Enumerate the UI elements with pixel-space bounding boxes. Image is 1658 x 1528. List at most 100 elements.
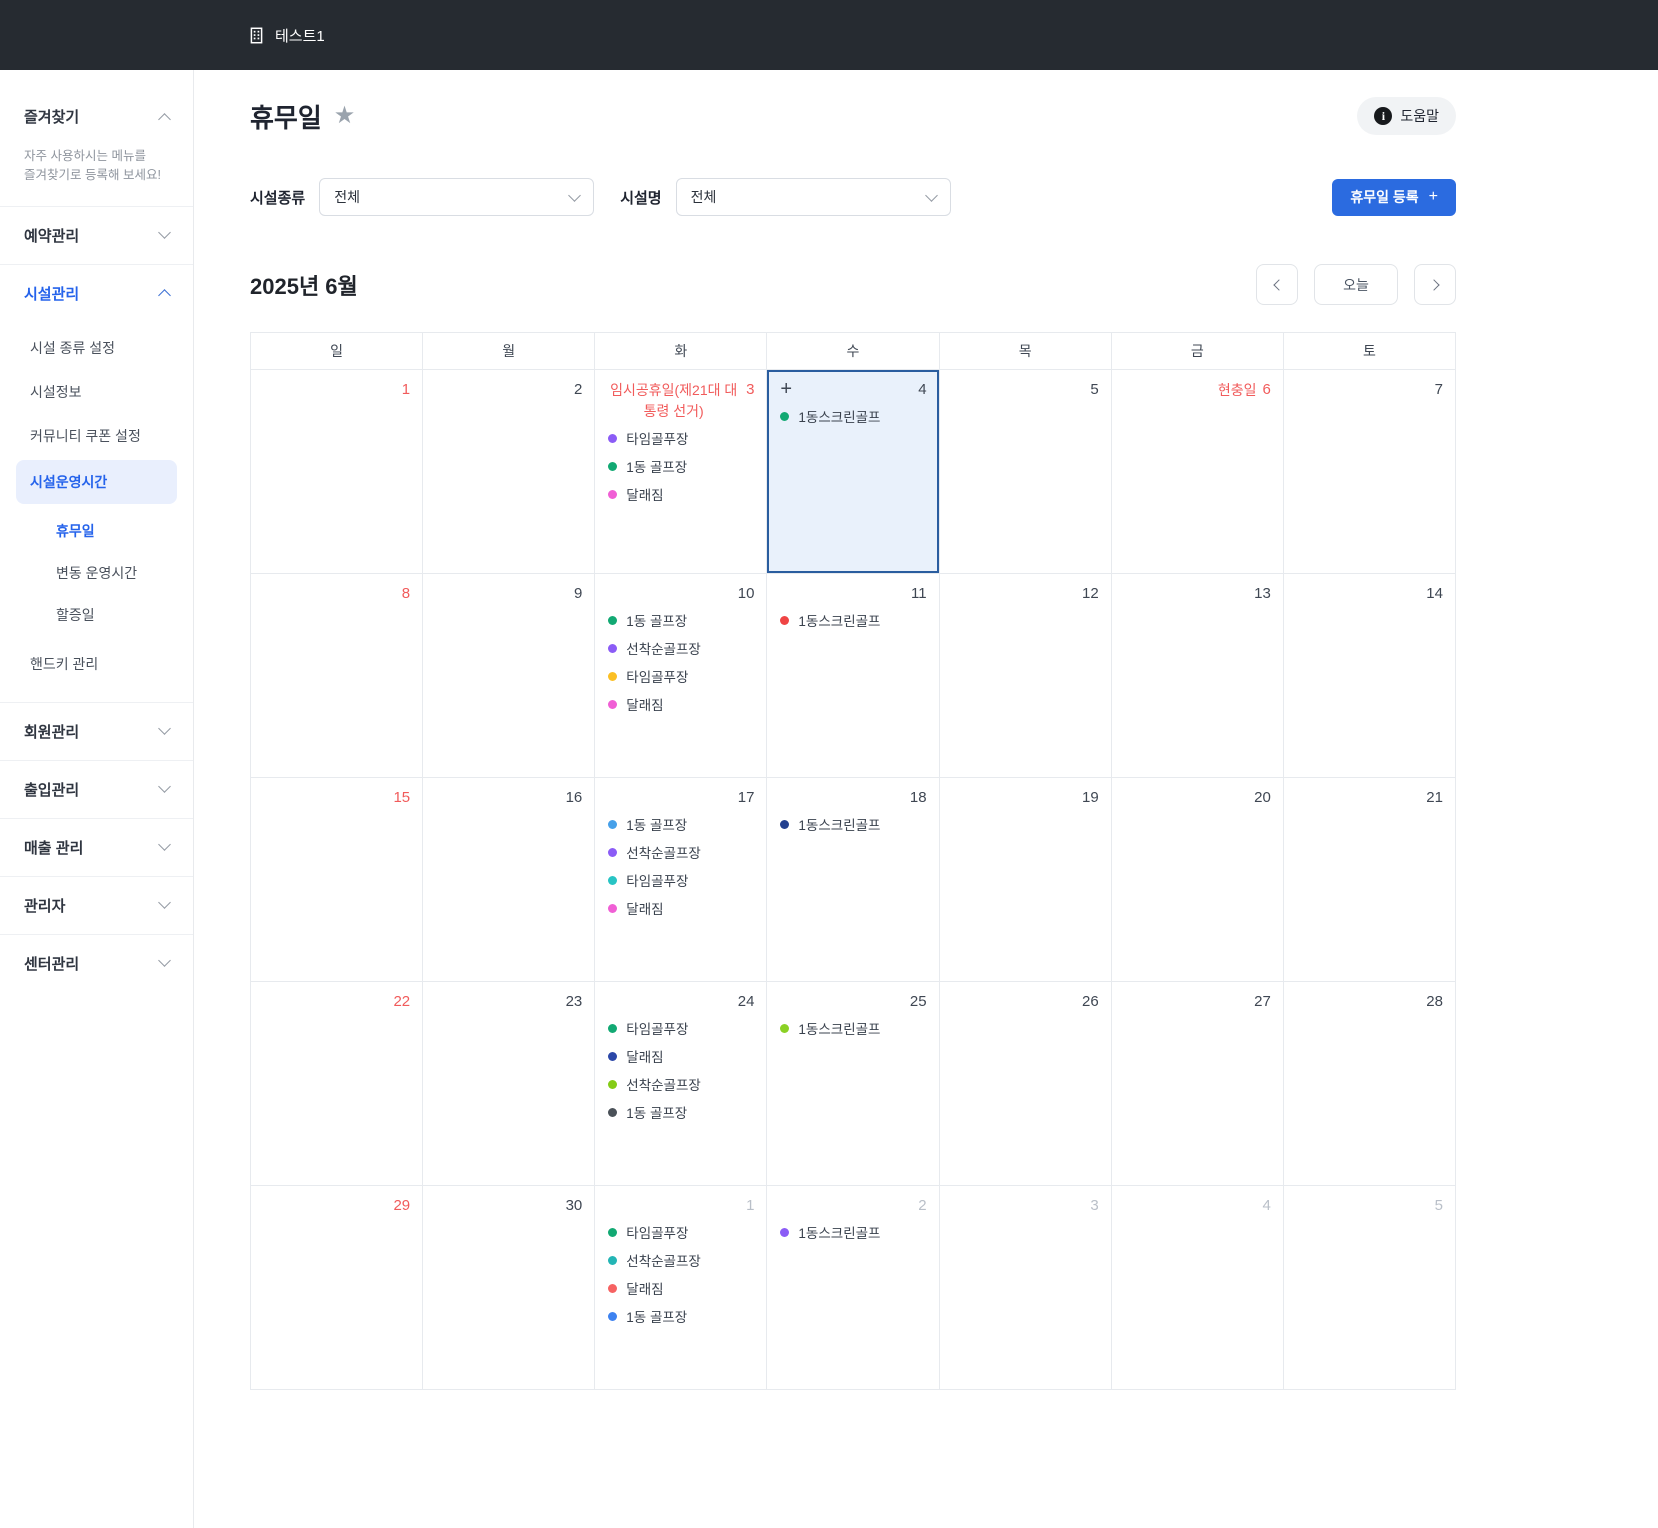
calendar-event[interactable]: 1동 골프장 (608, 1102, 758, 1122)
calendar-event[interactable]: 달래짐 (608, 1278, 758, 1298)
sidebar-item-operating-hours[interactable]: 시설운영시간 (16, 459, 177, 504)
day-cell-16[interactable]: 16 (423, 778, 596, 981)
event-color-dot (608, 1283, 618, 1293)
sidebar-item-reservation[interactable]: 예약관리 (0, 207, 193, 264)
day-cell-3[interactable]: 3 (940, 1186, 1112, 1389)
day-cell-26[interactable]: 26 (940, 982, 1112, 1185)
day-cell-3[interactable]: 임시공휴일(제21대 대통령 선거) 3 타임골푸장 1동 골프장 달래짐 (595, 370, 768, 573)
sidebar-item-holidays[interactable]: 휴무일 (0, 510, 193, 552)
day-cell-23[interactable]: 23 (423, 982, 596, 1185)
favorite-star-icon[interactable]: ★ (334, 104, 356, 128)
calendar-event[interactable]: 선착순골프장 (608, 842, 758, 862)
day-cell-29[interactable]: 29 (251, 1186, 424, 1389)
facility-submenu: 시설 종류 설정 시설정보 커뮤니티 쿠폰 설정 시설운영시간 휴무일 변동 운… (0, 322, 193, 702)
sidebar-item-handkey[interactable]: 핸드키 관리 (0, 642, 193, 686)
calendar-event[interactable]: 1동 골프장 (608, 814, 758, 834)
next-month-button[interactable] (1414, 264, 1456, 305)
calendar-event[interactable]: 달래짐 (608, 694, 758, 714)
day-cell-28[interactable]: 28 (1284, 982, 1455, 1185)
sidebar-item-facility-type-settings[interactable]: 시설 종류 설정 (0, 326, 193, 370)
sidebar-item-surcharge-days[interactable]: 할증일 (0, 594, 193, 636)
day-cell-22[interactable]: 22 (251, 982, 424, 1185)
sidebar-item-facility-info[interactable]: 시설정보 (0, 370, 193, 414)
day-cell-21[interactable]: 21 (1284, 778, 1455, 981)
day-number: 3 (746, 381, 755, 398)
day-cell-7[interactable]: 7 (1284, 370, 1455, 573)
sidebar-item-variable-hours[interactable]: 변동 운영시간 (0, 552, 193, 594)
prev-month-button[interactable] (1256, 264, 1298, 305)
day-cell-8[interactable]: 8 (251, 574, 424, 777)
calendar-event[interactable]: 1동스크린골프 (780, 1222, 930, 1242)
day-cell-2[interactable]: 2 1동스크린골프 (767, 1186, 940, 1389)
calendar-event[interactable]: 1동스크린골프 (780, 406, 930, 426)
day-cell-30[interactable]: 30 (423, 1186, 596, 1389)
day-cell-1[interactable]: 1 타임골푸장 선착순골프장 달래짐 1동 골프장 (595, 1186, 768, 1389)
sidebar-item-members[interactable]: 회원관리 (0, 703, 193, 760)
day-top: 11 (767, 582, 938, 606)
sidebar-section-favorites[interactable]: 즐겨찾기 (0, 88, 193, 145)
day-cell-15[interactable]: 15 (251, 778, 424, 981)
sidebar-item-community-coupon[interactable]: 커뮤니티 쿠폰 설정 (0, 414, 193, 458)
facility-type-select[interactable]: 전체 (319, 178, 595, 216)
facility-name-select[interactable]: 전체 (675, 178, 951, 216)
calendar-event[interactable]: 타임골푸장 (608, 870, 758, 890)
day-cell-27[interactable]: 27 (1112, 982, 1284, 1185)
calendar-event[interactable]: 선착순골프장 (608, 638, 758, 658)
calendar-event[interactable]: 1동 골프장 (608, 456, 758, 476)
day-cell-25[interactable]: 25 1동스크린골프 (767, 982, 940, 1185)
calendar-event[interactable]: 1동 골프장 (608, 610, 758, 630)
day-cell-4[interactable]: 4 (1112, 1186, 1284, 1389)
event-color-dot (608, 489, 618, 499)
day-cell-6[interactable]: 현충일 6 (1112, 370, 1284, 573)
day-cell-10[interactable]: 10 1동 골프장선착순골프장타임골푸장달래짐 (595, 574, 768, 777)
day-number: 19 (1082, 789, 1099, 806)
calendar-event[interactable]: 선착순골프장 (608, 1250, 758, 1270)
day-cell-17[interactable]: 17 1동 골프장 선착순골프장 타임골푸장 달래짐 (595, 778, 768, 981)
day-cell-4[interactable]: +4 1동스크린골프 (767, 370, 940, 573)
day-cell-19[interactable]: 19 (940, 778, 1112, 981)
calendar-event[interactable]: 1동스크린골프 (780, 610, 930, 630)
sidebar-item-center[interactable]: 센터관리 (0, 935, 193, 992)
calendar-event[interactable]: 타임골푸장 (608, 428, 758, 448)
day-cell-5[interactable]: 5 (1284, 1186, 1455, 1389)
day-cell-24[interactable]: 24 타임골푸장달래짐선착순골프장 1동 골프장 (595, 982, 768, 1185)
help-button[interactable]: i 도움말 (1357, 97, 1456, 135)
event-color-dot (608, 433, 618, 443)
event-list: 1동스크린골프 (767, 810, 938, 834)
register-holiday-button[interactable]: 휴무일 등록 + (1332, 178, 1456, 216)
day-cell-11[interactable]: 11 1동스크린골프 (767, 574, 940, 777)
day-top: 14 (1284, 582, 1455, 606)
day-cell-18[interactable]: 18 1동스크린골프 (767, 778, 940, 981)
day-top: 10 (595, 582, 766, 606)
day-cell-9[interactable]: 9 (423, 574, 596, 777)
calendar-event[interactable]: 달래짐 (608, 484, 758, 504)
day-top: 30 (423, 1194, 594, 1218)
calendar-event[interactable]: 타임골푸장 (608, 666, 758, 686)
calendar-event[interactable]: 1동 골프장 (608, 1306, 758, 1326)
add-event-plus-button[interactable]: + (780, 379, 792, 399)
calendar-event[interactable]: 1동스크린골프 (780, 1018, 930, 1038)
calendar-event[interactable]: 달래짐 (608, 898, 758, 918)
event-color-dot (608, 1255, 618, 1265)
day-cell-5[interactable]: 5 (940, 370, 1112, 573)
day-cell-12[interactable]: 12 (940, 574, 1112, 777)
day-cell-20[interactable]: 20 (1112, 778, 1284, 981)
event-list: 타임골푸장 1동 골프장달래짐 (595, 424, 766, 504)
today-button[interactable]: 오늘 (1314, 264, 1398, 305)
day-cell-14[interactable]: 14 (1284, 574, 1455, 777)
sidebar-item-sales[interactable]: 매출 관리 (0, 819, 193, 876)
day-number: 24 (737, 993, 755, 1010)
calendar-event[interactable]: 타임골푸장 (608, 1222, 758, 1242)
sidebar-item-facility[interactable]: 시설관리 (0, 265, 193, 322)
calendar-event[interactable]: 달래짐 (608, 1046, 758, 1066)
day-cell-2[interactable]: 2 (423, 370, 596, 573)
day-cell-13[interactable]: 13 (1112, 574, 1284, 777)
sidebar-item-access[interactable]: 출입관리 (0, 761, 193, 818)
calendar-event[interactable]: 선착순골프장 (608, 1074, 758, 1094)
calendar-event[interactable]: 타임골푸장 (608, 1018, 758, 1038)
calendar-event[interactable]: 1동스크린골프 (780, 814, 930, 834)
calendar-grid: 1 2 임시공휴일(제21대 대통령 선거) 3 타임골푸장 1동 골프장 달래짐 +4 1동스… (251, 369, 1455, 1389)
register-holiday-label: 휴무일 등록 (1350, 189, 1419, 205)
sidebar-item-admin[interactable]: 관리자 (0, 877, 193, 934)
day-cell-1[interactable]: 1 (251, 370, 424, 573)
